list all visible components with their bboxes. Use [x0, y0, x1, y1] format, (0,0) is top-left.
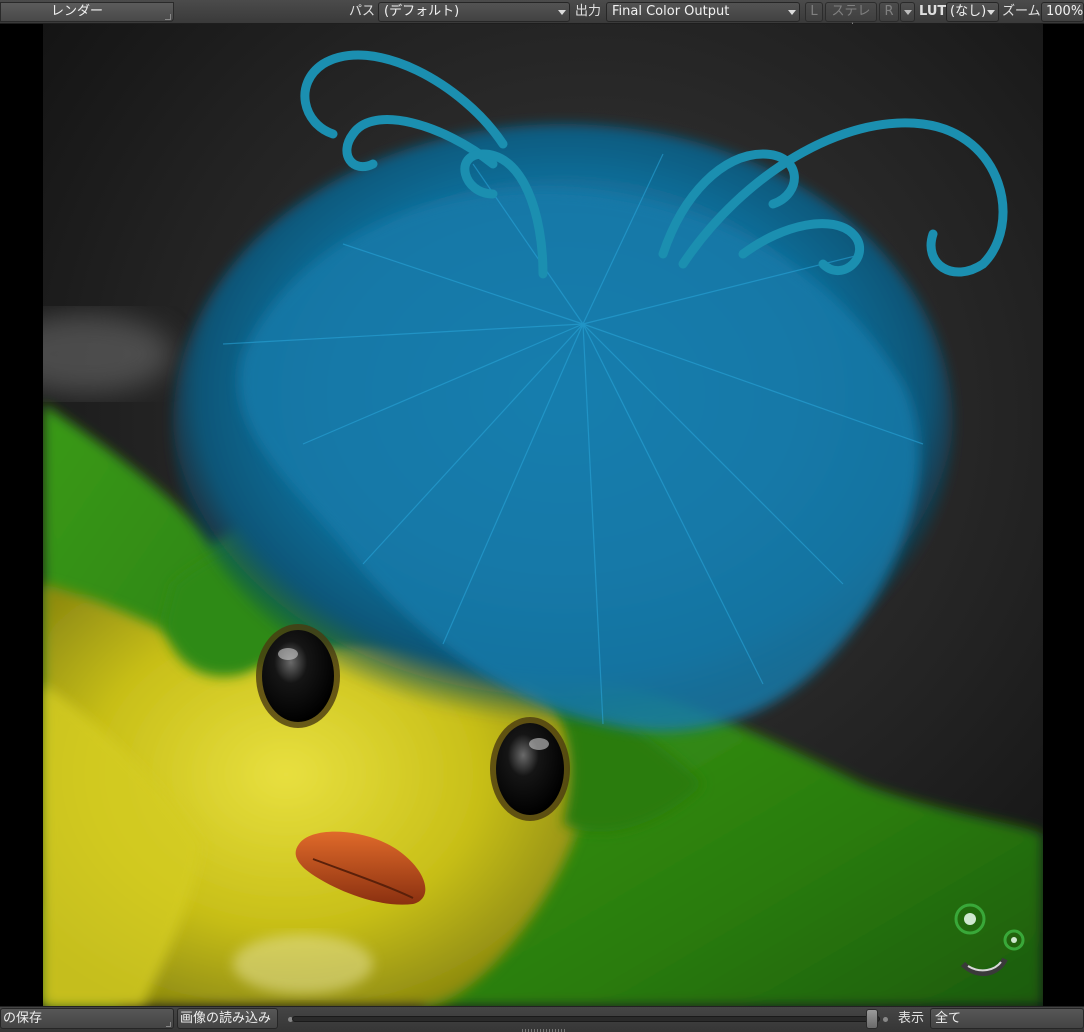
pass-label: パス — [349, 4, 376, 19]
lut-select[interactable]: (なし) — [946, 2, 999, 22]
stereo-right-button[interactable]: R — [879, 2, 899, 22]
output-select[interactable]: Final Color Output — [606, 2, 800, 22]
rendered-image — [43, 24, 1043, 1006]
lut-label: LUT — [919, 4, 947, 19]
display-label: 表示 — [898, 1011, 925, 1026]
tab-grip-icon — [165, 14, 171, 20]
render-tab-label: レンダー — [51, 4, 104, 19]
load-image-button[interactable]: 画像の読み込み — [177, 1008, 278, 1029]
save-image-button[interactable]: の保存 — [0, 1008, 174, 1029]
output-label: 出力 — [575, 4, 602, 19]
stereo-left-label: L — [810, 4, 818, 19]
render-tab[interactable]: レンダー — [0, 2, 174, 22]
display-select-value: 全て — [935, 1011, 962, 1026]
button-grip-icon — [166, 1022, 171, 1027]
chevron-down-icon — [558, 10, 566, 15]
pass-select[interactable]: (デフォルト) — [378, 2, 570, 22]
stereo-menu-button[interactable] — [900, 2, 915, 22]
display-select[interactable]: 全て — [930, 1008, 1084, 1029]
render-window: レンダー パス (デフォルト) 出力 Final Color Output L … — [0, 0, 1084, 1032]
zoom-value: 100% — [1046, 4, 1084, 19]
zoom-label: ズーム — [1002, 4, 1041, 19]
chevron-down-icon — [987, 10, 995, 15]
lut-select-value: (なし) — [950, 4, 987, 19]
load-image-label: 画像の読み込み — [180, 1011, 272, 1026]
render-viewport[interactable] — [43, 24, 1043, 1006]
stereo-left-button[interactable]: L — [805, 2, 823, 22]
save-image-label: の保存 — [3, 1011, 43, 1026]
output-select-value: Final Color Output — [612, 4, 730, 19]
pass-select-value: (デフォルト) — [384, 4, 460, 19]
timeline-slider-thumb[interactable] — [866, 1009, 878, 1029]
stereo-button[interactable]: ステレオ — [825, 2, 877, 37]
chevron-down-icon — [788, 10, 796, 15]
zoom-field[interactable]: 100% — [1041, 2, 1084, 22]
render-toolbar: レンダー パス (デフォルト) 出力 Final Color Output L … — [0, 0, 1084, 37]
render-bottombar: の保存 画像の読み込み 表示 全て — [0, 1006, 1084, 1032]
timeline-slider-track[interactable] — [292, 1016, 880, 1022]
slider-end-dot — [883, 1017, 888, 1022]
stereo-right-label: R — [884, 4, 894, 19]
